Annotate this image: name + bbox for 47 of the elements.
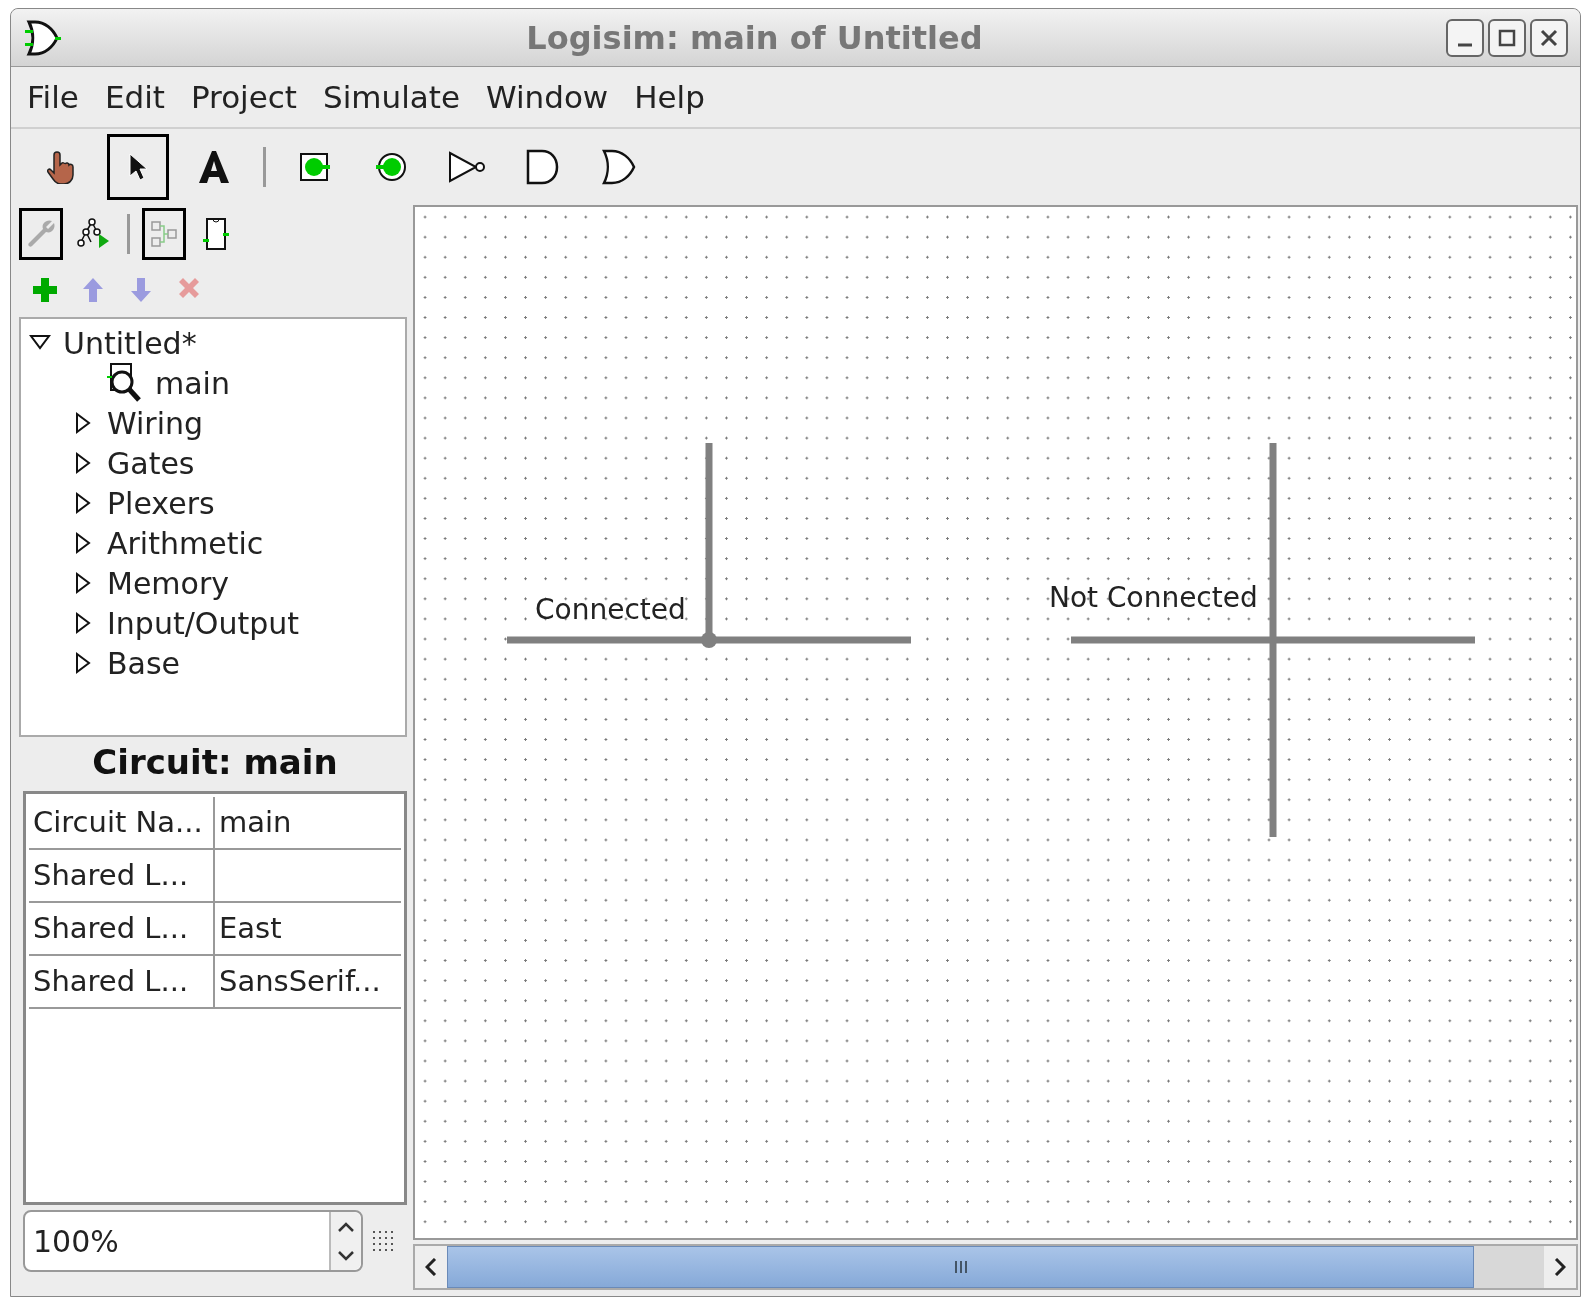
property-name-cell: Circuit Na... <box>29 797 215 848</box>
chevron-right-icon <box>1554 1258 1566 1276</box>
subcircuit-icon <box>201 215 231 253</box>
property-value-cell[interactable]: SansSerif... <box>215 956 401 1007</box>
wire-label: Connected <box>535 592 686 628</box>
menu-item[interactable]: Help <box>634 73 705 121</box>
property-value-cell[interactable]: main <box>215 797 401 848</box>
chevron-left-icon <box>425 1258 437 1276</box>
tool-button[interactable] <box>19 208 63 260</box>
menu-item[interactable]: Edit <box>104 73 165 121</box>
menu-item[interactable]: Simulate <box>323 73 460 121</box>
zoom-value: 100% <box>32 1222 120 1261</box>
input-pin-icon <box>298 150 332 184</box>
wire-label: Not Connected <box>1049 580 1258 616</box>
scrollbar-thumb[interactable] <box>447 1246 1474 1288</box>
tool-button[interactable] <box>142 208 186 260</box>
hand-icon <box>47 150 77 184</box>
tool-button[interactable] <box>107 134 169 200</box>
property-name-cell: Shared L... <box>29 850 215 901</box>
menu-item[interactable]: File <box>27 73 79 121</box>
property-name-cell: Shared L... <box>29 956 215 1007</box>
window-title: Logisim: main of Untitled <box>525 17 984 59</box>
scroll-right-button[interactable] <box>1544 1246 1576 1288</box>
menu-item[interactable]: Project <box>190 73 297 121</box>
horizontal-scrollbar[interactable] <box>413 1244 1578 1290</box>
grid-toggle-icon[interactable] <box>371 1229 395 1253</box>
property-name-cell: Shared L... <box>29 903 215 954</box>
property-value-cell[interactable]: East <box>215 903 401 954</box>
and-gate-icon <box>526 149 560 185</box>
output-pin-icon <box>374 150 408 184</box>
plus-icon[interactable] <box>31 276 59 304</box>
menu-item[interactable]: Window <box>486 73 609 121</box>
circuit-canvas[interactable]: Connected Not Connected <box>413 205 1578 1240</box>
maximize-icon <box>1497 27 1517 48</box>
text-tool-icon <box>197 149 231 185</box>
not-gate-icon <box>448 150 486 184</box>
zoom-field[interactable]: 100% <box>23 1210 363 1272</box>
minimize-button[interactable] <box>1446 18 1484 57</box>
minimize-icon <box>1455 42 1475 47</box>
maximize-button[interactable] <box>1488 18 1526 57</box>
properties-title: Circuit: main <box>91 740 339 784</box>
close-icon <box>1539 27 1559 48</box>
or-gate-icon <box>602 149 636 185</box>
pointer-icon <box>127 152 149 182</box>
scroll-left-button[interactable] <box>415 1246 447 1288</box>
close-button[interactable] <box>1530 18 1568 57</box>
zoom-spinner[interactable] <box>329 1212 361 1270</box>
